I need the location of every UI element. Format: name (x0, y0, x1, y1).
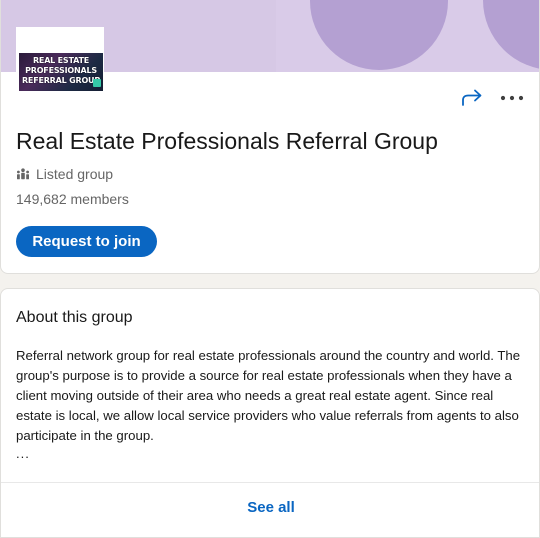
logo-line: PROFESSIONALS (25, 66, 97, 75)
group-icon (17, 168, 29, 180)
banner-circle-shape (483, 0, 539, 70)
divider (1, 482, 539, 483)
banner-circle-shape (310, 0, 448, 70)
group-name: Real Estate Professionals Referral Group (16, 128, 438, 154)
description-ellipsis: ... (16, 446, 30, 461)
group-logo[interactable]: REAL ESTATE PROFESSIONALS REFERRAL GROUP (16, 27, 104, 93)
logo-line: REFERRAL GROUP (21, 76, 101, 85)
see-all-button[interactable]: See all (1, 499, 539, 516)
share-button[interactable] (460, 88, 484, 108)
group-visibility: Listed group (16, 165, 113, 183)
group-logo-text: REAL ESTATE PROFESSIONALS REFERRAL GROUP (19, 56, 103, 86)
member-count: 149,682 members (16, 191, 129, 207)
share-arrow-icon (462, 89, 482, 106)
visibility-label: Listed group (36, 166, 114, 182)
more-options-button[interactable] (499, 88, 525, 108)
logo-line: REAL ESTATE (32, 56, 90, 65)
logo-badge-icon (93, 79, 101, 87)
about-title: About this group (16, 309, 133, 326)
group-header-card: REAL ESTATE PROFESSIONALS REFERRAL GROUP… (0, 0, 540, 274)
more-horizontal-icon (500, 95, 524, 101)
request-to-join-button[interactable]: Request to join (16, 226, 157, 257)
about-description: Referral network group for real estate p… (16, 348, 521, 443)
group-logo-image: REAL ESTATE PROFESSIONALS REFERRAL GROUP (19, 53, 103, 91)
about-group-card: About this group Referral network group … (0, 288, 540, 538)
